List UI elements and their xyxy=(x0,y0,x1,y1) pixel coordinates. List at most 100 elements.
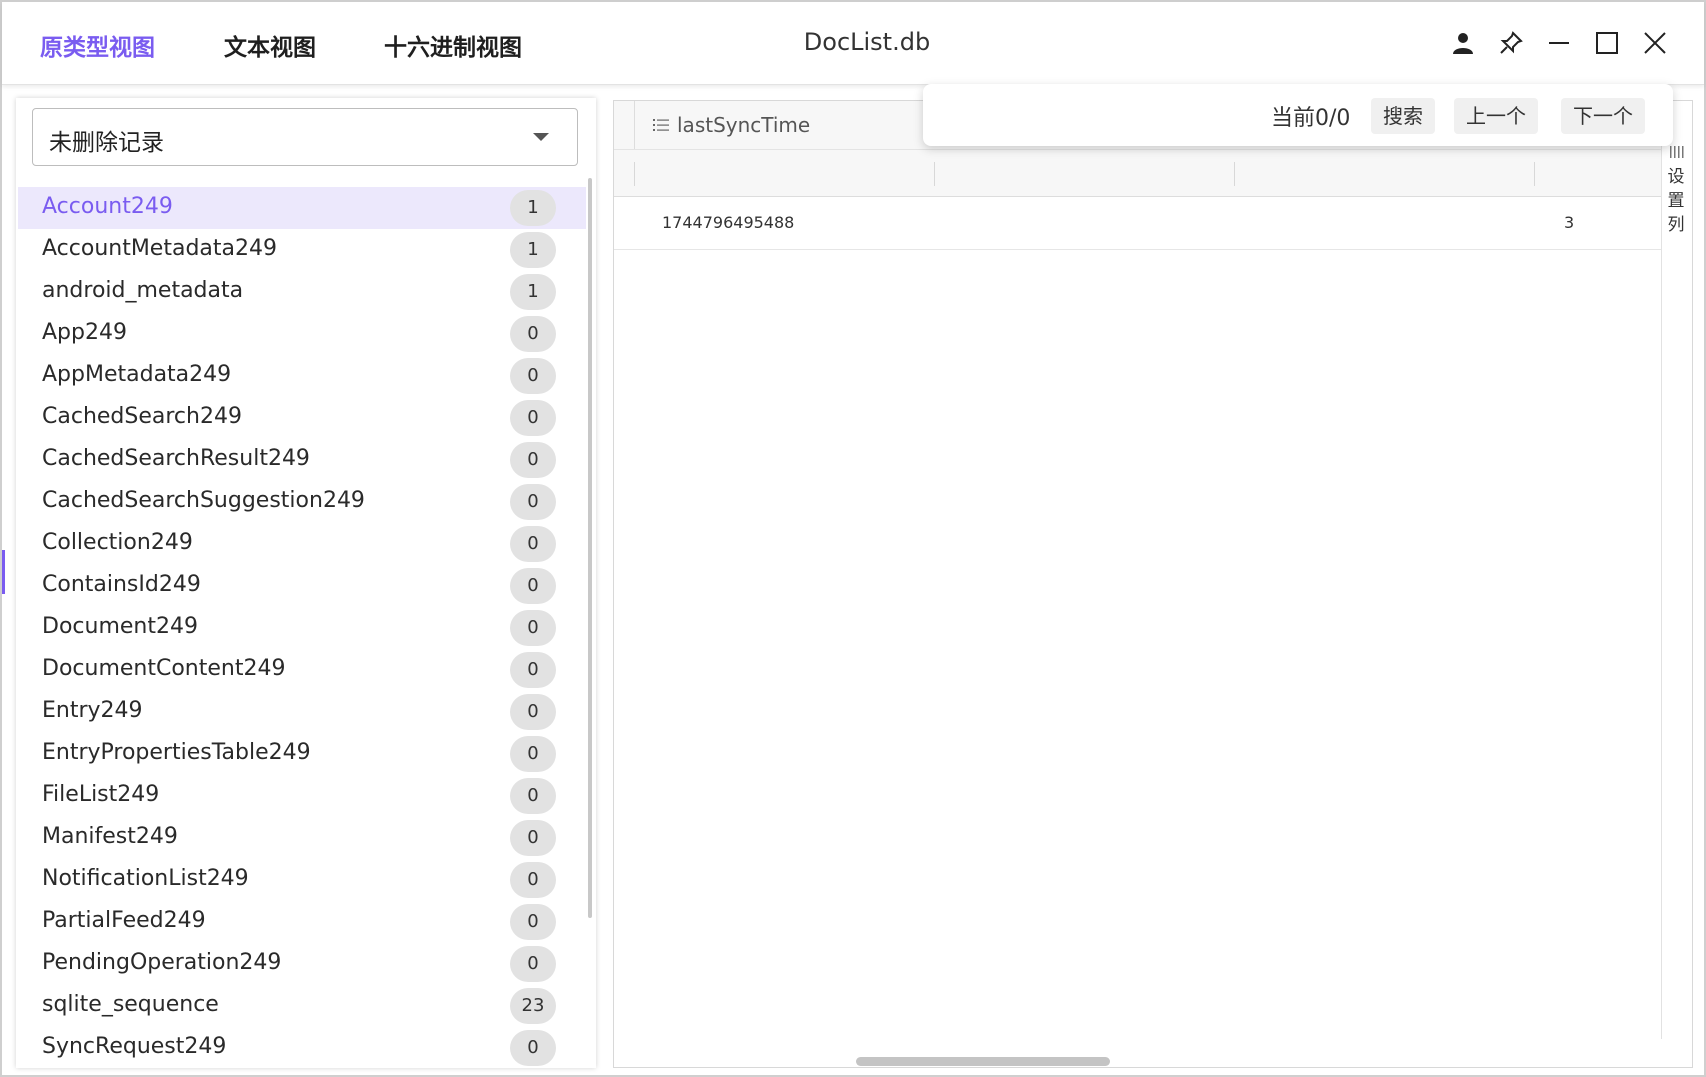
table-name: CachedSearch249 xyxy=(42,404,242,429)
list-item[interactable]: android_metadata 1 xyxy=(18,271,586,313)
list-item[interactable]: AccountMetadata249 1 xyxy=(18,229,586,271)
table-name: Document249 xyxy=(42,614,198,639)
user-icon[interactable] xyxy=(1446,26,1480,60)
table-list-panel: 未删除记录 Account249 1 AccountMetadata249 1 an… xyxy=(16,98,596,1068)
list-item[interactable]: App249 0 xyxy=(18,313,586,355)
column-filter-row xyxy=(614,150,1661,197)
count-badge: 0 xyxy=(510,736,556,772)
table-name: App249 xyxy=(42,320,127,345)
count-badge: 0 xyxy=(510,484,556,520)
app-window: 原类型视图 文本视图 十六进制视图 DocList.db 未删除记录 Accou… xyxy=(0,0,1706,1077)
table-list-scrollbar[interactable] xyxy=(588,178,592,918)
list-item[interactable]: Document249 0 xyxy=(18,607,586,649)
tab-hex-view[interactable]: 十六进制视图 xyxy=(384,28,522,62)
list-item[interactable]: PendingOperation249 0 xyxy=(18,943,586,985)
column-settings-button[interactable]: 设置列 xyxy=(1661,139,1692,1039)
table-name: CachedSearchResult249 xyxy=(42,446,310,471)
tab-text-view[interactable]: 文本视图 xyxy=(224,28,316,62)
count-badge: 0 xyxy=(510,694,556,730)
list-item[interactable]: Manifest249 0 xyxy=(18,817,586,859)
minimize-icon[interactable] xyxy=(1542,26,1576,60)
list-item[interactable]: DocumentContent249 0 xyxy=(18,649,586,691)
columns-icon xyxy=(1670,143,1684,162)
list-item[interactable]: sqlite_sequence 23 xyxy=(18,985,586,1027)
list-item[interactable]: Entry249 0 xyxy=(18,691,586,733)
search-status: 当前0/0 xyxy=(1271,106,1351,131)
table-name: Manifest249 xyxy=(42,824,178,849)
table-name: PendingOperation249 xyxy=(42,950,282,975)
horizontal-scrollbar[interactable] xyxy=(856,1057,1110,1066)
list-item[interactable]: AppMetadata249 0 xyxy=(18,355,586,397)
record-filter-value: 未删除记录 xyxy=(49,130,164,156)
count-badge: 0 xyxy=(510,1030,556,1066)
title-bar: 原类型视图 文本视图 十六进制视图 DocList.db xyxy=(2,2,1704,85)
column-divider xyxy=(934,162,935,186)
count-badge: 1 xyxy=(510,274,556,310)
table-name: Collection249 xyxy=(42,530,193,555)
record-filter-dropdown[interactable]: 未删除记录 xyxy=(32,108,578,166)
table-name: AppMetadata249 xyxy=(42,362,232,387)
table-name: DocumentContent249 xyxy=(42,656,286,681)
count-badge: 23 xyxy=(510,988,556,1024)
table-name: Entry249 xyxy=(42,698,143,723)
list-item[interactable]: CachedSearchSuggestion249 0 xyxy=(18,481,586,523)
list-item[interactable]: CachedSearch249 0 xyxy=(18,397,586,439)
table-name: EntryPropertiesTable249 xyxy=(42,740,311,765)
table-name: SyncRequest249 xyxy=(42,1034,227,1059)
list-item[interactable]: NotificationList249 0 xyxy=(18,859,586,901)
table-name: PartialFeed249 xyxy=(42,908,206,933)
table-name: android_metadata xyxy=(42,278,244,303)
list-icon xyxy=(653,113,669,137)
chevron-down-icon xyxy=(533,133,549,141)
count-badge: 0 xyxy=(510,904,556,940)
count-badge: 0 xyxy=(510,568,556,604)
count-badge: 0 xyxy=(510,946,556,982)
table-name: NotificationList249 xyxy=(42,866,249,891)
count-badge: 0 xyxy=(510,820,556,856)
list-item[interactable]: SyncRequest249 0 xyxy=(18,1027,586,1067)
count-badge: 0 xyxy=(510,358,556,394)
column-header-label: lastSyncTime xyxy=(677,113,811,137)
count-badge: 0 xyxy=(510,610,556,646)
window-title: DocList.db xyxy=(803,28,931,56)
list-item[interactable]: Collection249 0 xyxy=(18,523,586,565)
column-header-lastsynctime[interactable]: lastSyncTime xyxy=(634,101,810,149)
table-name: sqlite_sequence xyxy=(42,992,219,1017)
edge-marker xyxy=(2,550,5,594)
tab-raw-type-view[interactable]: 原类型视图 xyxy=(40,28,155,62)
column-divider xyxy=(1534,162,1535,186)
cell-lastsynctime: 1744796495488 xyxy=(662,213,795,232)
list-item[interactable]: ContainsId249 0 xyxy=(18,565,586,607)
count-badge: 1 xyxy=(510,232,556,268)
count-badge: 1 xyxy=(510,190,556,226)
table-name: AccountMetadata249 xyxy=(42,236,277,261)
data-grid-panel: lastSyncTime 1744796495488 3 设置列 xyxy=(613,100,1693,1068)
list-item[interactable]: EntryPropertiesTable249 0 xyxy=(18,733,586,775)
list-item[interactable]: CachedSearchResult249 0 xyxy=(18,439,586,481)
table-list: Account249 1 AccountMetadata249 1 android_… xyxy=(18,187,586,1067)
count-badge: 0 xyxy=(510,400,556,436)
next-match-button[interactable]: 下一个 xyxy=(1561,98,1645,134)
list-item[interactable]: PartialFeed249 0 xyxy=(18,901,586,943)
search-button[interactable]: 搜索 xyxy=(1371,98,1435,134)
pin-icon[interactable] xyxy=(1494,26,1528,60)
search-bar: 当前0/0 搜索 上一个 下一个 xyxy=(923,84,1673,146)
column-divider xyxy=(634,162,635,186)
previous-match-button[interactable]: 上一个 xyxy=(1454,98,1538,134)
count-badge: 0 xyxy=(510,526,556,562)
maximize-icon[interactable] xyxy=(1590,26,1624,60)
list-item[interactable]: Account249 1 xyxy=(18,187,586,229)
close-icon[interactable] xyxy=(1638,26,1672,60)
count-badge: 0 xyxy=(510,316,556,352)
cell-last-column: 3 xyxy=(1564,213,1575,232)
table-name: Account249 xyxy=(42,194,173,219)
count-badge: 0 xyxy=(510,652,556,688)
column-settings-label: 设置列 xyxy=(1667,167,1685,235)
count-badge: 0 xyxy=(510,442,556,478)
list-item[interactable]: FileList249 0 xyxy=(18,775,586,817)
table-row[interactable]: 1744796495488 3 xyxy=(614,197,1661,250)
count-badge: 0 xyxy=(510,862,556,898)
table-name: CachedSearchSuggestion249 xyxy=(42,488,365,513)
count-badge: 0 xyxy=(510,778,556,814)
table-name: FileList249 xyxy=(42,782,160,807)
